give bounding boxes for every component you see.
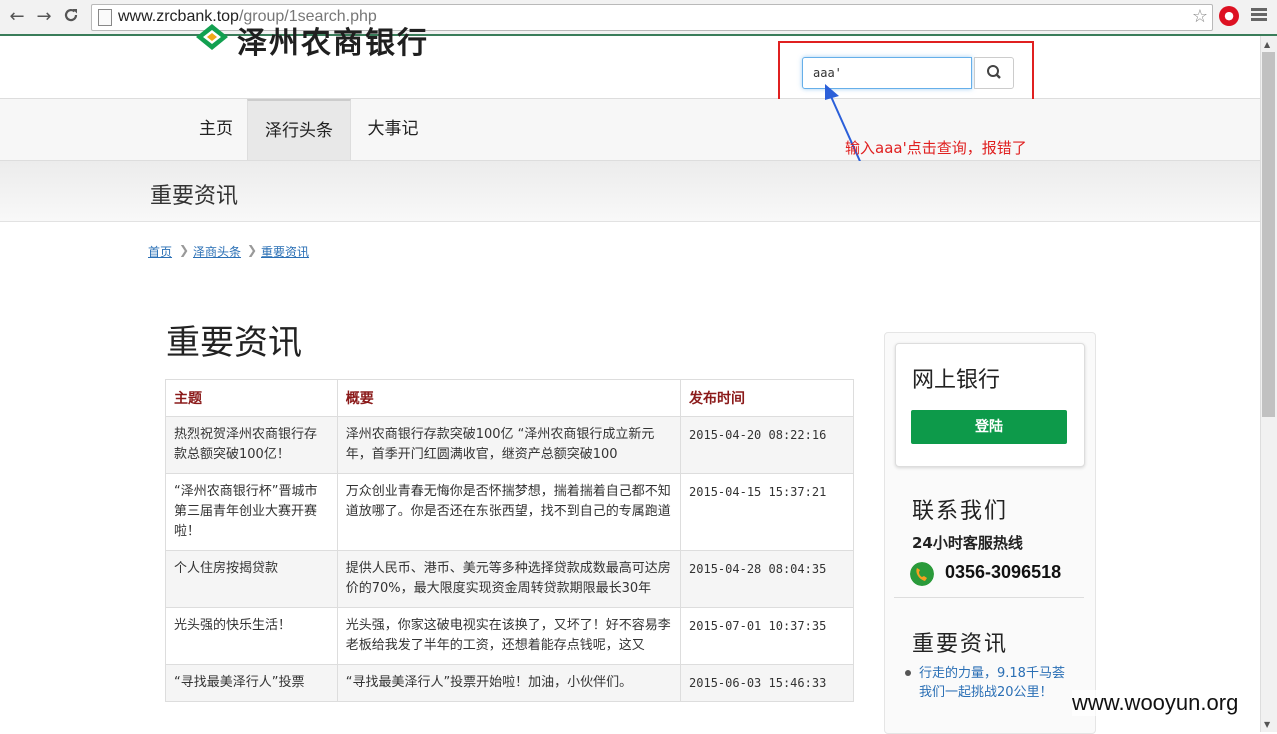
bookmark-star-icon[interactable]: ☆ (1192, 6, 1208, 27)
row-subject[interactable]: 热烈祝贺泽州农商银行存款总额突破100亿！ (165, 416, 338, 474)
table-row[interactable]: “寻找最美泽行人”投票 “寻找最美泽行人”投票开始啦！加油，小伙伴们。 2015… (165, 664, 854, 702)
page-icon (98, 9, 112, 26)
forward-icon[interactable]: → (33, 6, 55, 28)
row-summary: 光头强，你家这破电视实在该换了，又坏了！好不容易李老板给我发了半年的工资，还想着… (336, 607, 682, 665)
row-subject[interactable]: 个人住房按揭贷款 (165, 550, 338, 608)
nav-item-home[interactable]: 主页 (186, 99, 246, 160)
phone-icon (910, 562, 934, 586)
reload-icon[interactable] (60, 6, 82, 28)
sidebar-news-link[interactable]: 行走的力量，9.18千马荟我们一起挑战20公里！ (919, 664, 1075, 702)
table-row[interactable]: 光头强的快乐生活！ 光头强，你家这破电视实在该换了，又坏了！好不容易李老板给我发… (165, 607, 854, 665)
row-time: 2015-06-03 15:46:33 (680, 664, 854, 702)
breadcrumb-headlines[interactable]: 泽商头条 (193, 243, 241, 260)
news-table: 主题 概要 发布时间 热烈祝贺泽州农商银行存款总额突破100亿！ 泽州农商银行存… (165, 379, 854, 702)
sidebar-news-title: 重要资讯 (912, 632, 1009, 657)
table-header-row: 主题 概要 发布时间 (165, 379, 854, 417)
breadcrumb-current[interactable]: 重要资讯 (261, 243, 309, 260)
login-button[interactable]: 登陆 (911, 410, 1067, 444)
scrollbar-thumb[interactable] (1262, 52, 1275, 417)
scroll-down-icon[interactable]: ▼ (1264, 720, 1270, 729)
annotation-arrow-icon (825, 84, 864, 169)
browser-toolbar: ← → www.zrcbank.top/group/1search.php ☆ … (0, 0, 1277, 36)
breadcrumb-chevron-icon: ❯ (247, 243, 258, 257)
row-time: 2015-04-15 15:37:21 (680, 473, 854, 551)
breadcrumb-chevron-icon: ❯ (179, 243, 190, 257)
table-row[interactable]: 个人住房按揭贷款 提供人民币、港币、美元等多种选择贷款成数最高可达房价的70%，… (165, 550, 854, 608)
site-header (0, 36, 1260, 99)
row-summary: “寻找最美泽行人”投票开始啦！加油，小伙伴们。 (336, 664, 682, 702)
annotation-text: 输入aaa'点击查询，报错了 (845, 139, 1027, 157)
scroll-up-icon[interactable]: ▲ (1264, 40, 1270, 49)
row-time: 2015-04-28 08:04:35 (680, 550, 854, 608)
row-summary: 提供人民币、港币、美元等多种选择贷款成数最高可达房价的70%，最大限度实现资金周… (336, 550, 682, 608)
row-subject[interactable]: 光头强的快乐生活！ (165, 607, 338, 665)
sidebar-divider (894, 597, 1084, 598)
page-title: 重要资讯 (166, 323, 302, 363)
hotline-number: 0356-3096518 (945, 562, 1062, 582)
nav-item-events[interactable]: 大事记 (356, 99, 430, 160)
banner-title: 重要资讯 (150, 184, 239, 209)
back-icon[interactable]: ← (6, 6, 28, 28)
nav-item-headlines[interactable]: 泽行头条 (247, 99, 351, 160)
row-summary: 万众创业青春无悔你是否怀揣梦想，揣着揣着自己都不知道放哪了。你是否还在东张西望，… (336, 473, 682, 551)
online-banking-title: 网上银行 (912, 368, 1001, 393)
column-header-time: 发布时间 (680, 379, 854, 417)
bank-logo-icon (196, 24, 228, 50)
column-header-subject: 主题 (165, 379, 338, 417)
row-time: 2015-04-20 08:22:16 (680, 416, 854, 474)
adblock-extension-icon[interactable]: ● (1219, 6, 1239, 26)
table-row[interactable]: 热烈祝贺泽州农商银行存款总额突破100亿！ 泽州农商银行存款突破100亿 “泽州… (165, 416, 854, 474)
row-summary: 泽州农商银行存款突破100亿 “泽州农商银行成立新元年，首季开门红圆满收官，继资… (336, 416, 682, 474)
breadcrumb-home[interactable]: 首页 (148, 243, 172, 260)
bank-logo-text: 泽州农商银行 (237, 26, 429, 61)
table-row[interactable]: “泽州农商银行杯”晋城市第三届青年创业大赛开赛啦！ 万众创业青春无悔你是否怀揣梦… (165, 473, 854, 551)
browser-menu-icon[interactable] (1251, 6, 1267, 26)
sidebar-news-item[interactable]: 行走的力量，9.18千马荟我们一起挑战20公里！ (905, 664, 1075, 702)
watermark: www.wooyun.org (1072, 690, 1239, 716)
row-subject[interactable]: “寻找最美泽行人”投票 (165, 664, 338, 702)
row-subject[interactable]: “泽州农商银行杯”晋城市第三届青年创业大赛开赛啦！ (165, 473, 338, 551)
bullet-icon (905, 670, 911, 676)
hotline-label: 24小时客服热线 (912, 534, 1023, 552)
row-time: 2015-07-01 10:37:35 (680, 607, 854, 665)
column-header-summary: 概要 (336, 379, 682, 417)
contact-title: 联系我们 (912, 499, 1009, 524)
